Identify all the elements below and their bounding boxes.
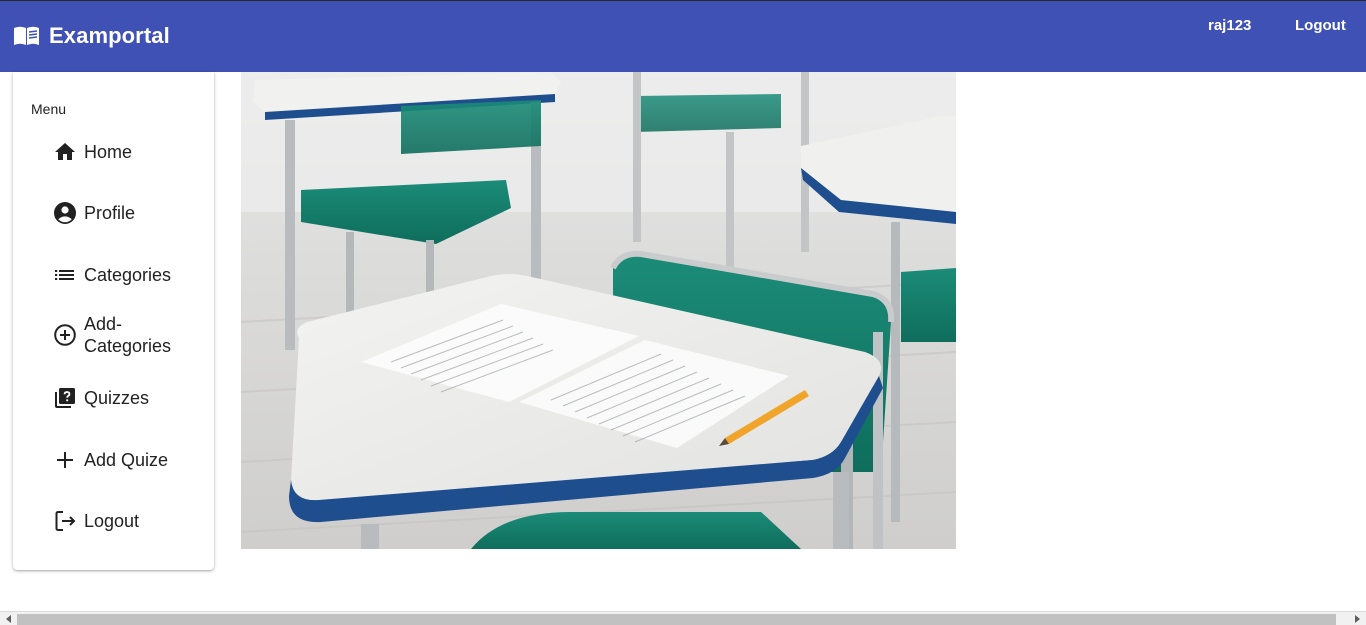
sidebar-item-label: Home [84,142,133,162]
username-link[interactable]: raj123 [1208,17,1251,34]
classroom-desks-photo [241,72,956,549]
sidebar-menu: Menu Home Profile Categories Add-Categor… [13,72,214,570]
sidebar-item-label: Add-Categories [84,314,172,356]
open-book-icon [14,26,39,45]
sidebar-item-label: Quizzes [84,388,150,408]
scroll-left-arrow-icon[interactable] [2,612,16,625]
sidebar-item-label: Logout [84,511,140,531]
horizontal-scrollbar[interactable] [0,611,1366,625]
add-circle-outline-icon [54,324,76,346]
menu-header: Menu [31,101,67,117]
home-icon [55,143,75,160]
account-circle-icon [54,202,76,224]
hero-image [241,72,956,549]
sidebar-item-home[interactable]: Home [53,140,132,164]
brand[interactable]: Examportal [13,23,170,49]
sidebar-item-add-categories[interactable]: Add-Categories [53,313,194,357]
plus-icon [57,452,73,468]
app-title: Examportal [49,23,170,48]
sidebar-item-quizzes[interactable]: Quizzes [53,386,149,410]
sidebar-item-categories[interactable]: Categories [53,263,171,287]
list-icon [55,270,74,280]
sidebar-item-logout[interactable]: Logout [53,509,139,533]
sidebar-item-label: Add Quize [84,450,169,470]
scrollbar-thumb[interactable] [17,614,1336,625]
logout-icon [55,511,76,531]
quiz-icon [55,388,75,408]
scroll-right-arrow-icon[interactable] [1350,612,1364,625]
header-logout-button[interactable]: Logout [1295,17,1346,34]
sidebar-item-label: Categories [84,265,172,285]
top-app-bar: Examportal raj123 Logout [0,0,1366,72]
sidebar-item-label: Profile [84,203,136,223]
sidebar-item-profile[interactable]: Profile [53,201,135,225]
sidebar-item-add-quize[interactable]: Add Quize [53,448,168,472]
